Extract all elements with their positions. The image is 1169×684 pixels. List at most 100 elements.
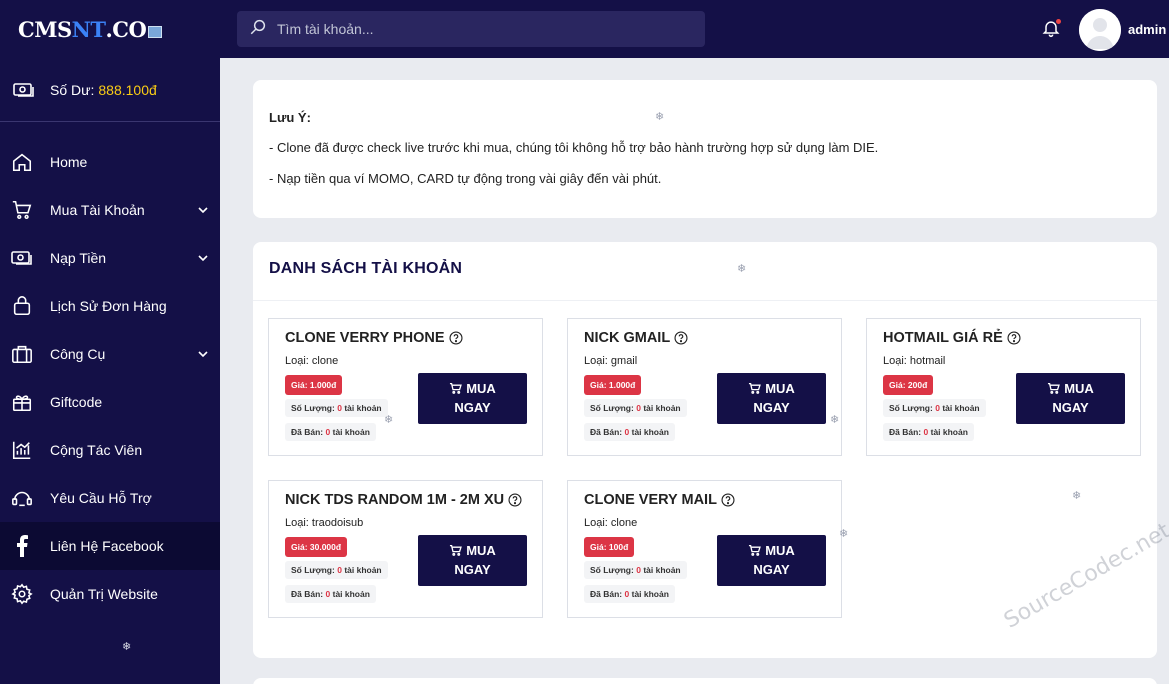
- sidebar-item-label: Lịch Sử Đơn Hàng: [50, 298, 167, 314]
- buy-label-2: NGAY: [753, 400, 790, 415]
- sidebar-item-deposit[interactable]: Nạp Tiền: [0, 234, 220, 282]
- facebook-icon: [10, 534, 34, 558]
- cart-icon: [449, 542, 463, 556]
- snowflake-icon: ❄: [737, 263, 747, 275]
- quantity-value: 0: [935, 403, 940, 413]
- notice-title: Lưu Ý:: [269, 110, 311, 125]
- brand-part-2: NT: [71, 16, 106, 42]
- price-badge: Giá: 30.000đ: [285, 537, 348, 557]
- topbar: admin: [220, 0, 1169, 58]
- product-name: CLONE VERY MAIL: [584, 492, 735, 508]
- sidebar-item-facebook[interactable]: Liên Hệ Facebook: [0, 522, 220, 570]
- search-input[interactable]: [277, 21, 697, 37]
- sold-value: 0: [923, 427, 929, 437]
- buy-now-button[interactable]: MUA NGAY: [418, 535, 527, 586]
- support-icon: [10, 486, 34, 510]
- snowflake-icon: ❄: [839, 528, 849, 540]
- question-circle-icon[interactable]: [1007, 331, 1021, 345]
- buy-label-2: NGAY: [454, 400, 491, 415]
- snowflake-icon: ❄: [1072, 490, 1082, 502]
- question-circle-icon[interactable]: [674, 331, 688, 345]
- avatar[interactable]: [1079, 9, 1121, 51]
- buy-label-1: MUA: [466, 381, 496, 396]
- unit-label: tài khoản: [643, 403, 681, 413]
- sidebar-item-admin-website[interactable]: Quản Trị Website: [0, 570, 220, 618]
- sidebar-item-label: Yêu Cầu Hỗ Trợ: [50, 490, 152, 506]
- buy-now-button[interactable]: MUA NGAY: [717, 535, 826, 586]
- product-card: HOTMAIL GIÁ RẺ Loại: hotmail Giá: 200đ S…: [866, 318, 1141, 456]
- buy-label-2: NGAY: [1052, 400, 1089, 415]
- cart-icon: [1047, 380, 1061, 394]
- sidebar-nav: Home Mua Tài Khoản Nạp Tiền Lịch Sử Đơn …: [0, 122, 220, 618]
- price-badge: Giá: 200đ: [883, 375, 934, 395]
- product-type: Loại: clone: [285, 355, 339, 367]
- product-name-text: NICK GMAIL: [584, 330, 671, 346]
- sidebar-item-label: Liên Hệ Facebook: [50, 538, 164, 554]
- quantity-label: Số Lượng:: [590, 565, 634, 575]
- quantity-label: Số Lượng:: [291, 565, 335, 575]
- question-circle-icon[interactable]: [449, 331, 463, 345]
- notice-line: - Nạp tiền qua ví MOMO, CARD tự động tro…: [269, 171, 662, 186]
- user-name[interactable]: admin: [1128, 22, 1166, 37]
- quantity-label: Số Lượng:: [291, 403, 335, 413]
- sidebar-item-home[interactable]: Home: [0, 138, 220, 186]
- unit-label: tài khoản: [344, 403, 382, 413]
- quantity-badge: Số Lượng: 0 tài khoản: [285, 399, 388, 417]
- divider: [253, 300, 1157, 301]
- money-icon: [12, 80, 36, 100]
- account-list-card: DANH SÁCH TÀI KHOẢN ❄ CLONE VERRY PHONE …: [253, 242, 1157, 658]
- brand-logo[interactable]: CMS NT .CO: [0, 0, 220, 58]
- snowflake-icon: ❄: [122, 641, 132, 653]
- notification-bell-icon[interactable]: [1041, 18, 1063, 40]
- quantity-label: Số Lượng:: [590, 403, 634, 413]
- buy-label-1: MUA: [765, 381, 795, 396]
- sidebar-item-label: Home: [50, 154, 88, 170]
- quantity-badge: Số Lượng: 0 tài khoản: [883, 399, 986, 417]
- snowflake-icon: ❄: [655, 111, 665, 123]
- search-box[interactable]: [237, 11, 705, 47]
- buy-now-button[interactable]: MUA NGAY: [1016, 373, 1125, 424]
- product-card: NICK TDS RANDOM 1M - 2M XU Loại: traodoi…: [268, 480, 543, 618]
- home-icon: [10, 150, 34, 174]
- buy-label-1: MUA: [466, 543, 496, 558]
- unit-label: tài khoản: [631, 589, 669, 599]
- sold-badge: Đã Bán: 0 tài khoản: [285, 585, 376, 603]
- sidebar-item-collaborator[interactable]: Cộng Tác Viên: [0, 426, 220, 474]
- unit-label: tài khoản: [930, 427, 968, 437]
- product-type: Loại: traodoisub: [285, 517, 364, 529]
- sidebar-item-order-history[interactable]: Lịch Sử Đơn Hàng: [0, 282, 220, 330]
- buy-label-1: MUA: [765, 543, 795, 558]
- question-circle-icon[interactable]: [508, 493, 522, 507]
- balance: Số Dư: 888.100đ: [0, 58, 220, 122]
- buy-now-button[interactable]: MUA NGAY: [418, 373, 527, 424]
- sidebar-item-support[interactable]: Yêu Cầu Hỗ Trợ: [0, 474, 220, 522]
- buy-label-2: NGAY: [753, 562, 790, 577]
- sidebar-item-tools[interactable]: Công Cụ: [0, 330, 220, 378]
- product-type: Loại: clone: [584, 517, 638, 529]
- quantity-value: 0: [337, 565, 342, 575]
- sidebar-item-label: Nạp Tiền: [50, 250, 107, 266]
- gear-icon: [10, 582, 34, 606]
- quantity-value: 0: [636, 403, 641, 413]
- sold-value: 0: [325, 427, 331, 437]
- sidebar: CMS NT .CO Số Dư: 888.100đ Home Mua Tài Kh…: [0, 0, 220, 684]
- product-name-text: CLONE VERY MAIL: [584, 492, 717, 508]
- sold-label: Đã Bán:: [590, 589, 623, 599]
- price-badge: Giá: 1.000đ: [584, 375, 642, 395]
- bag-icon: [10, 294, 34, 318]
- question-circle-icon[interactable]: [721, 493, 735, 507]
- snowflake-icon: ❄: [830, 414, 840, 426]
- product-name-text: NICK TDS RANDOM 1M - 2M XU: [285, 492, 505, 508]
- cart-icon: [748, 380, 762, 394]
- product-card: NICK GMAIL Loại: gmail Giá: 1.000đ Số Lư…: [567, 318, 842, 456]
- unit-label: tài khoản: [631, 427, 669, 437]
- notification-dot: [1056, 19, 1061, 24]
- notice-card: Lưu Ý: - Clone đã được check live trước …: [253, 80, 1157, 218]
- sold-badge: Đã Bán: 0 tài khoản: [584, 423, 675, 441]
- sidebar-item-buy-account[interactable]: Mua Tài Khoản: [0, 186, 220, 234]
- unit-label: tài khoản: [643, 565, 681, 575]
- sidebar-item-giftcode[interactable]: Giftcode: [0, 378, 220, 426]
- balance-label: Số Dư:: [50, 81, 95, 98]
- buy-now-button[interactable]: MUA NGAY: [717, 373, 826, 424]
- product-card: CLONE VERRY PHONE Loại: clone Giá: 1.000…: [268, 318, 543, 456]
